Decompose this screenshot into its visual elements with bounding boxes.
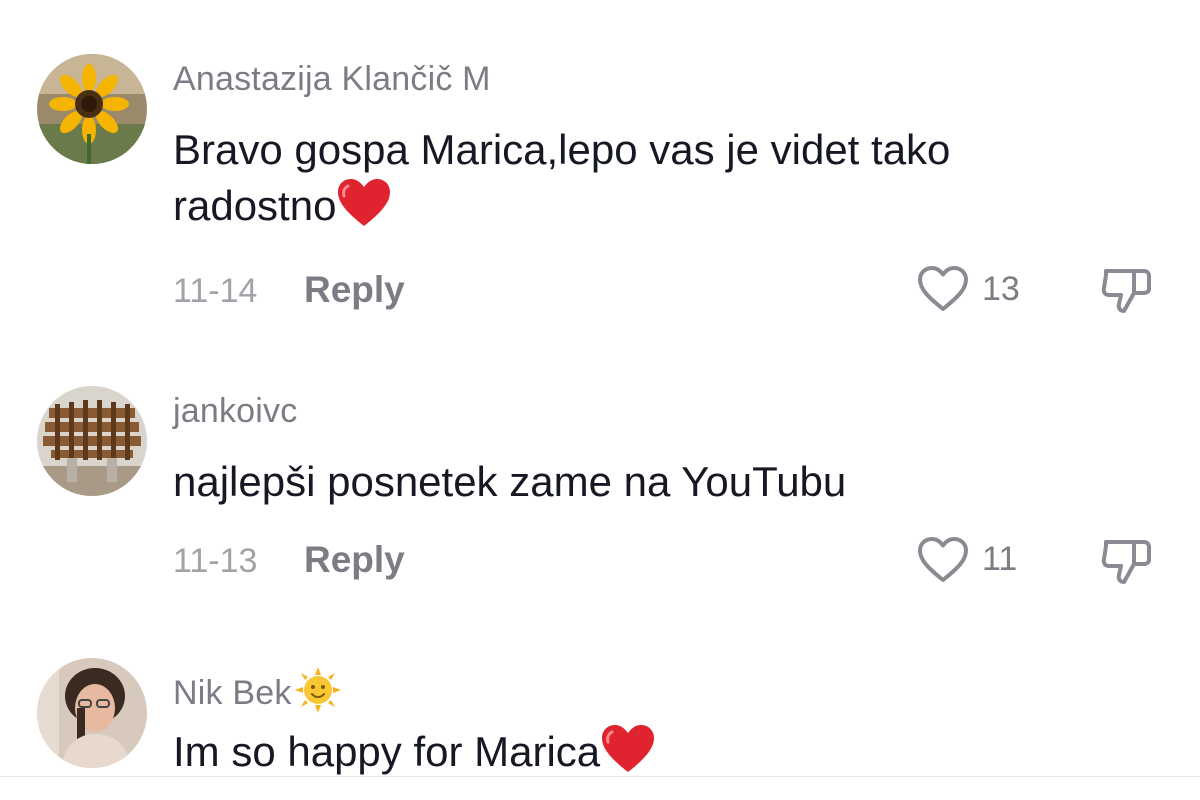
red-heart-emoji: [600, 724, 656, 788]
avatar[interactable]: [37, 658, 147, 768]
comment-text-line-1: Im so happy for Marica: [173, 728, 601, 775]
bottom-divider: [0, 776, 1200, 777]
comment-username-text: Nik Bek: [173, 674, 292, 712]
comment-username[interactable]: Nik Bek: [173, 666, 342, 723]
comment-text: Im so happy for Marica: [173, 724, 1113, 788]
sun-face-emoji: [294, 666, 342, 723]
comment-item: Nik Bek Im so happy for Marica: [0, 0, 1200, 776]
comment-text-line: Im so happy for Marica: [173, 724, 1113, 788]
portrait-avatar-image: [37, 658, 147, 768]
